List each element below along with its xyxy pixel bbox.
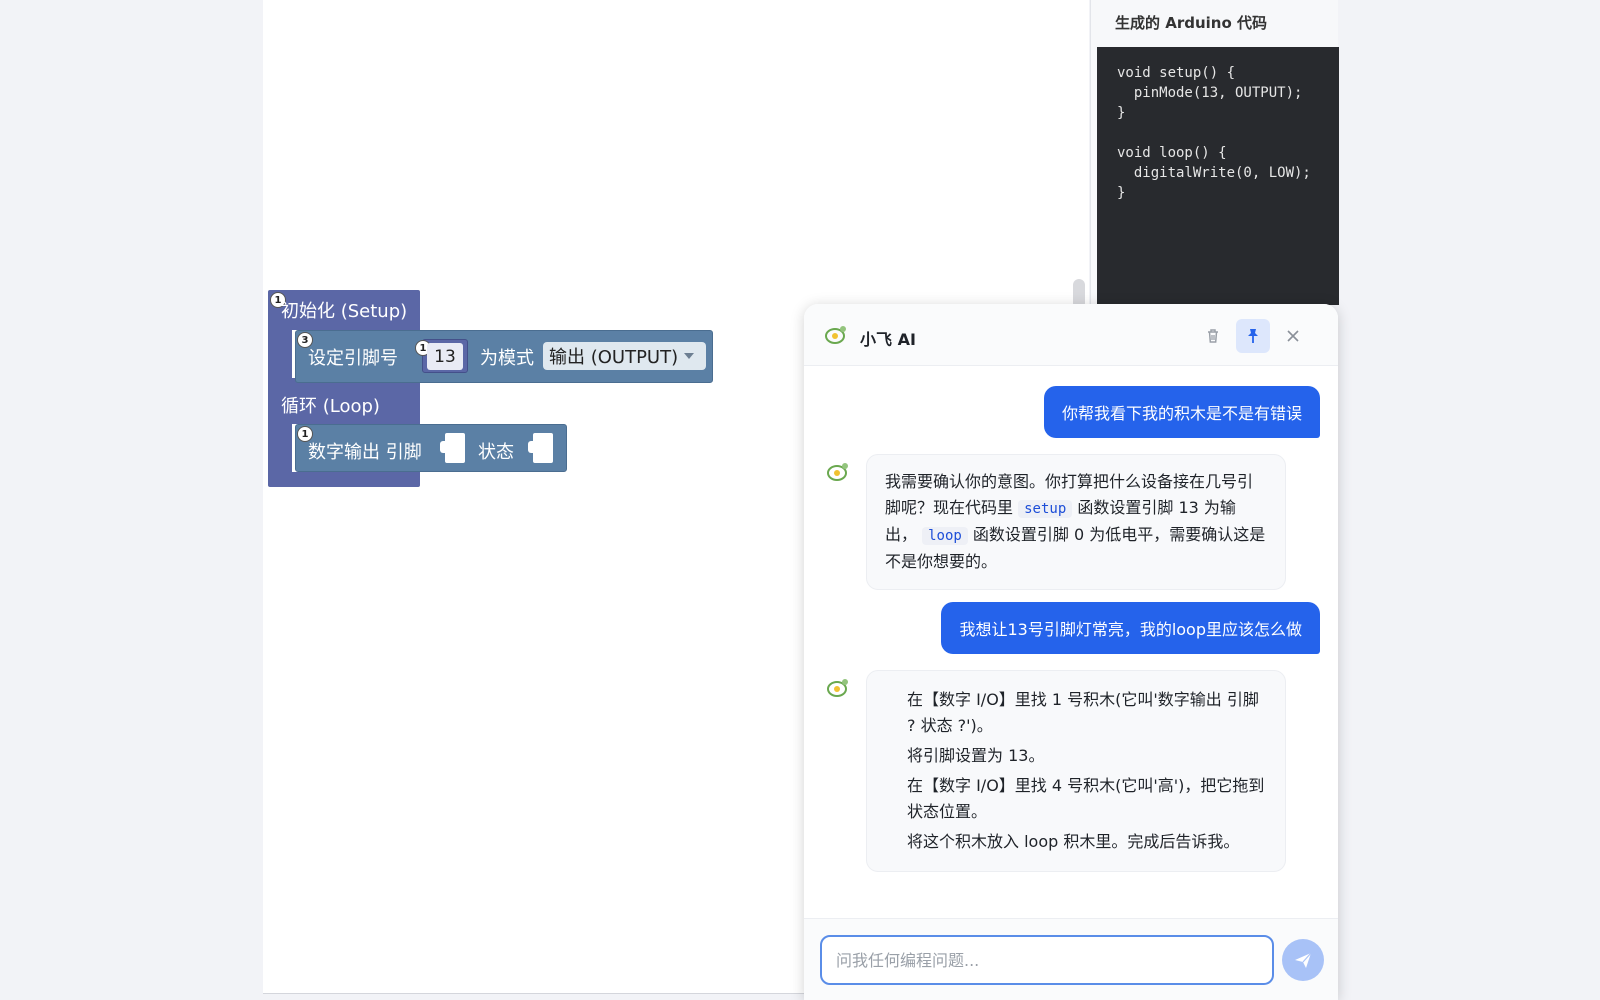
loop-block-title: 循环 (Loop) [281, 396, 380, 417]
ai-chat-panel: 小飞 AI 你帮我看下我的积木是不是有错误 我需要确认你的意图。你打算把什么设备… [804, 304, 1338, 1000]
code-panel: 生成的 Arduino 代码 void setup() { pinMode(13… [1090, 0, 1339, 305]
code-panel-title: 生成的 Arduino 代码 [1115, 14, 1267, 32]
ai-step: 在【数字 I/O】里找 4 号积木(它叫'高')，把它拖到状态位置。 [907, 776, 1265, 821]
send-icon [1295, 952, 1312, 968]
inline-code: setup [1018, 500, 1073, 518]
digital-write-label: 数字输出 引脚 [308, 442, 422, 463]
mode-dropdown-value: 输出 (OUTPUT) [549, 347, 679, 368]
xiaofei-logo-icon [825, 326, 846, 344]
code-line: } [1117, 105, 1126, 121]
digital-write-state-label: 状态 [478, 442, 514, 463]
pin-icon [1248, 329, 1258, 343]
code-view: void setup() { pinMode(13, OUTPUT); } vo… [1097, 47, 1339, 305]
ai-message: 在【数字 I/O】里找 1 号积木(它叫'数字输出 引脚 ? 状态 ?')。 将… [866, 670, 1286, 872]
setup-block-title: 初始化 (Setup) [281, 301, 408, 322]
xiaofei-logo-icon [827, 463, 848, 481]
chevron-down-icon [684, 353, 695, 359]
trash-icon [1208, 329, 1218, 343]
pin-mode-label: 设定引脚号 [308, 348, 398, 369]
chat-title: 小飞 AI [860, 330, 916, 349]
user-message: 你帮我看下我的积木是不是有错误 [1043, 386, 1320, 438]
ai-step: 将这个积木放入 loop 积木里。完成后告诉我。 [907, 832, 1240, 851]
chat-input-area [804, 918, 1338, 1000]
code-line: void setup() { [1117, 65, 1236, 81]
code-line: void loop() { [1117, 145, 1227, 161]
inline-code: loop [922, 527, 968, 545]
ai-step: 将引脚设置为 13。 [907, 746, 1045, 765]
xiaofei-logo-icon [827, 679, 848, 697]
code-line: pinMode(13, OUTPUT); [1117, 85, 1303, 101]
close-icon [1287, 330, 1299, 342]
close-chat-button[interactable] [1276, 319, 1310, 353]
chat-header: 小飞 AI [804, 304, 1338, 366]
code-line: digitalWrite(0, LOW); [1117, 165, 1311, 181]
chat-input[interactable] [820, 935, 1274, 985]
mode-label: 为模式 [480, 348, 534, 369]
state-input-slot[interactable] [528, 433, 553, 463]
code-line: } [1117, 185, 1126, 201]
ai-step: 在【数字 I/O】里找 1 号积木(它叫'数字输出 引脚 ? 状态 ?')。 [907, 690, 1259, 735]
user-message: 我想让13号引脚灯常亮，我的loop里应该怎么做 [941, 602, 1320, 654]
send-button[interactable] [1282, 939, 1324, 981]
pin-panel-button[interactable] [1236, 319, 1270, 353]
ai-message: 我需要确认你的意图。你打算把什么设备接在几号引脚呢？现在代码里 setup 函数… [866, 454, 1286, 590]
clear-chat-button[interactable] [1196, 319, 1230, 353]
pin-number-field[interactable]: 13 [427, 343, 463, 370]
mode-dropdown[interactable]: 输出 (OUTPUT) [543, 342, 706, 370]
pin-input-slot[interactable] [440, 433, 465, 463]
